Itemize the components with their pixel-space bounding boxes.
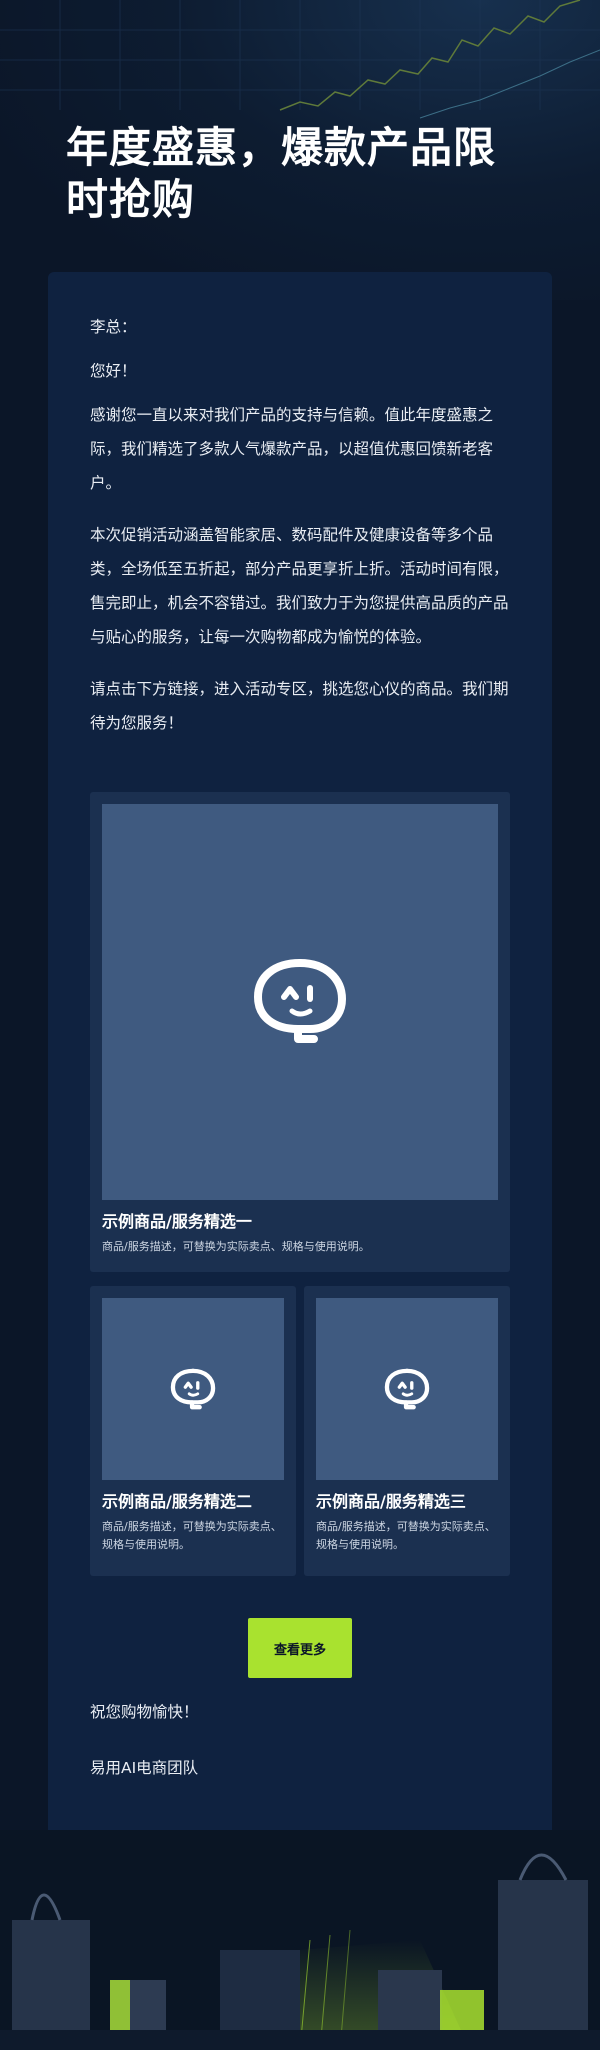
product-description: 商品/服务描述，可替换为实际卖点、规格与使用说明。 bbox=[102, 1520, 282, 1551]
signature-text: 易用AI电商团队 bbox=[90, 1759, 199, 1777]
letter-body: 李总： 您好！ 感谢您一直以来对我们产品的支持与信赖。值此年度盛惠之际，我们精选… bbox=[90, 310, 510, 758]
robot-face-icon bbox=[384, 1368, 430, 1409]
salutation: 李总： bbox=[90, 318, 137, 336]
product-name: 示例商品/服务精选一 bbox=[102, 1212, 252, 1231]
view-more-button[interactable]: 查看更多 bbox=[248, 1618, 352, 1678]
paragraph-invitation: 请点击下方链接，进入活动专区，挑选您心仪的商品。我们期待为您服务！ bbox=[90, 680, 509, 732]
robot-face-icon bbox=[253, 959, 346, 1043]
product-image-placeholder bbox=[102, 1298, 284, 1480]
product-description: 商品/服务描述，可替换为实际卖点、规格与使用说明。 bbox=[316, 1520, 496, 1551]
paragraph-promotion: 本次促销活动涵盖智能家居、数码配件及健康设备等多个品类，全场低至五折起，部分产品… bbox=[90, 526, 509, 646]
product-image-placeholder bbox=[102, 804, 498, 1200]
greeting: 您好！ bbox=[90, 362, 137, 380]
product-image-placeholder bbox=[316, 1298, 498, 1480]
paragraph-intro: 感谢您一直以来对我们产品的支持与信赖。值此年度盛惠之际，我们精选了多款人气爆款产… bbox=[90, 406, 494, 492]
product-card-featured[interactable]: 示例商品/服务精选一 商品/服务描述，可替换为实际卖点、规格与使用说明。 bbox=[90, 792, 510, 1272]
stock-chart-decoration bbox=[0, 0, 600, 119]
shopping-bags-decoration bbox=[0, 1830, 600, 2050]
page-title: 年度盛惠，爆款产品限时抢购 bbox=[66, 124, 497, 223]
product-description: 商品/服务描述，可替换为实际卖点、规格与使用说明。 bbox=[102, 1240, 370, 1253]
product-name: 示例商品/服务精选三 bbox=[316, 1492, 466, 1511]
hero-banner: 年度盛惠，爆款产品限时抢购 bbox=[0, 0, 600, 300]
product-card-third[interactable]: 示例商品/服务精选三 商品/服务描述，可替换为实际卖点、规格与使用说明。 bbox=[304, 1286, 510, 1576]
letter-card: 李总： 您好！ 感谢您一直以来对我们产品的支持与信赖。值此年度盛惠之际，我们精选… bbox=[48, 272, 552, 1848]
closing-text: 祝您购物愉快！ bbox=[90, 1703, 199, 1721]
product-card-second[interactable]: 示例商品/服务精选二 商品/服务描述，可替换为实际卖点、规格与使用说明。 bbox=[90, 1286, 296, 1576]
product-name: 示例商品/服务精选二 bbox=[102, 1492, 252, 1511]
robot-face-icon bbox=[170, 1368, 216, 1409]
